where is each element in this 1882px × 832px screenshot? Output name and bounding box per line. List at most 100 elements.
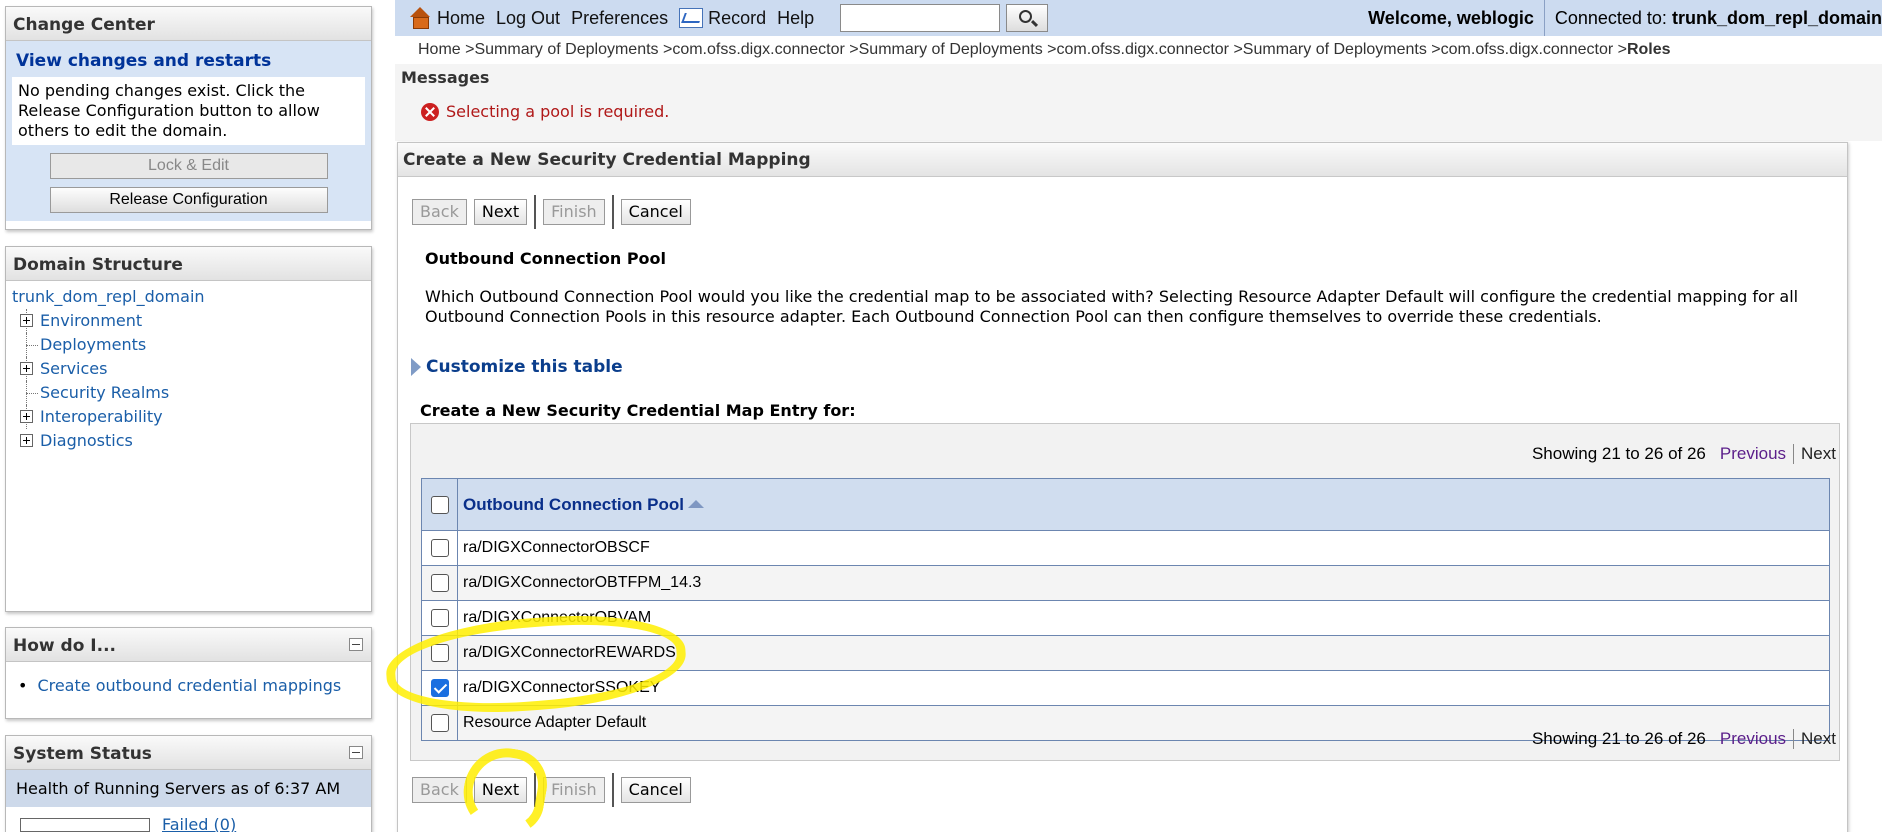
finish-button[interactable]: Finish — [543, 777, 605, 803]
expand-icon[interactable] — [20, 410, 33, 423]
pager-top: Showing 21 to 26 of 26 Previous Next — [1532, 444, 1836, 464]
column-header-label: Outbound Connection Pool — [463, 494, 684, 514]
system-status-title: System Status — [6, 736, 371, 770]
error-icon — [421, 102, 439, 121]
select-all-checkbox[interactable] — [430, 496, 449, 515]
row-checkbox[interactable] — [430, 608, 449, 627]
back-button[interactable]: Back — [412, 777, 467, 803]
connected-to: Connected to: trunk_dom_repl_domain — [1543, 0, 1882, 36]
row-checkbox[interactable] — [430, 573, 449, 592]
cancel-button[interactable]: Cancel — [620, 777, 691, 803]
column-header-pool[interactable]: Outbound Connection Pool — [457, 478, 1830, 531]
breadcrumb-current: Roles — [1626, 41, 1671, 58]
row-checkbox[interactable] — [430, 713, 449, 732]
release-configuration-button[interactable]: Release Configuration — [49, 187, 328, 213]
how-do-i-list: Create outbound credential mappings — [6, 662, 371, 709]
tree-item-label: Deployments — [40, 335, 147, 354]
tree-item-label: Diagnostics — [40, 431, 133, 450]
help-link[interactable]: Help — [777, 8, 814, 29]
customize-label: Customize this table — [426, 357, 623, 377]
row-checkbox[interactable] — [430, 538, 449, 557]
collapse-icon[interactable] — [349, 746, 363, 759]
change-center-title: Change Center — [6, 7, 371, 41]
preferences-link[interactable]: Preferences — [571, 8, 668, 29]
tree-item-security-realms[interactable]: Security Realms — [12, 381, 371, 405]
pool-name: ra/DIGXConnectorREWARDS — [457, 635, 1830, 671]
top-button-row: Back Next Finish Cancel — [412, 195, 698, 229]
connected-domain: trunk_dom_repl_domain — [1671, 8, 1882, 28]
failed-servers-link[interactable]: Failed (0) — [162, 815, 236, 832]
view-changes-link[interactable]: View changes and restarts — [6, 41, 371, 77]
system-status-title-text: System Status — [13, 744, 152, 764]
table-row: ra/DIGXConnectorOBSCF — [421, 530, 1830, 566]
pager-bottom: Showing 21 to 26 of 26 Previous Next — [1532, 729, 1836, 749]
pool-table-container: Showing 21 to 26 of 26 Previous Next Out… — [410, 423, 1840, 761]
error-text: Selecting a pool is required. — [446, 102, 670, 121]
table-row: ra/DIGXConnectorREWARDS — [421, 635, 1830, 671]
collapse-icon[interactable] — [349, 638, 363, 651]
lock-edit-button[interactable]: Lock & Edit — [49, 153, 328, 179]
pager-previous[interactable]: Previous — [1720, 729, 1795, 749]
expand-icon[interactable] — [20, 362, 33, 375]
top-nav: Home Log Out Preferences Record Help — [395, 7, 825, 29]
finish-button[interactable]: Finish — [543, 199, 605, 225]
pool-table: Outbound Connection Pool ra/DIGXConnecto… — [421, 478, 1830, 741]
error-message: Selecting a pool is required. — [421, 102, 669, 121]
pool-name: ra/DIGXConnectorOBSCF — [457, 530, 1830, 566]
domain-structure-panel: Domain Structure trunk_dom_repl_domain E… — [5, 246, 372, 612]
breadcrumb-path[interactable]: Home >Summary of Deployments >com.ofss.d… — [418, 41, 1627, 58]
pool-name: ra/DIGXConnectorOBVAM — [457, 600, 1830, 636]
change-center-panel: Change Center View changes and restarts … — [5, 6, 372, 230]
table-row: ra/DIGXConnectorSSOKEY — [421, 670, 1830, 706]
pager-next[interactable]: Next — [1801, 729, 1836, 749]
tree-item-services[interactable]: Services — [12, 357, 371, 381]
credential-mapping-form: Create a New Security Credential Mapping… — [397, 142, 1848, 832]
expand-icon[interactable] — [20, 434, 33, 447]
pool-name: ra/DIGXConnectorSSOKEY — [457, 670, 1830, 706]
tree-item-deployments[interactable]: Deployments — [12, 333, 371, 357]
bottom-button-row: Back Next Finish Cancel — [412, 773, 698, 807]
tree-item-label: Security Realms — [40, 383, 170, 402]
health-row: Failed (0) — [20, 815, 371, 832]
record-icon[interactable] — [679, 8, 704, 28]
row-checkbox[interactable] — [430, 643, 449, 662]
search-input[interactable] — [840, 4, 1001, 32]
breadcrumb[interactable]: Home >Summary of Deployments >com.ofss.d… — [418, 41, 1671, 59]
expand-icon[interactable] — [20, 314, 33, 327]
how-do-i-title: How do I... — [6, 628, 371, 662]
connected-prefix: Connected to: — [1554, 8, 1667, 28]
record-link[interactable]: Record — [708, 8, 766, 29]
pending-changes-message: No pending changes exist. Click the Rele… — [12, 77, 365, 145]
tree-item-environment[interactable]: Environment — [12, 309, 371, 333]
next-button[interactable]: Next — [473, 777, 528, 803]
expand-triangle-icon — [411, 358, 421, 376]
tree-item-interoperability[interactable]: Interoperability — [12, 405, 371, 429]
customize-table-link[interactable]: Customize this table — [411, 357, 623, 377]
home-link[interactable]: Home — [437, 8, 485, 29]
domain-tree: trunk_dom_repl_domain Environment Deploy… — [6, 281, 371, 453]
health-label: Health of Running Servers as of 6:37 AM — [6, 770, 371, 807]
table-row: ra/DIGXConnectorOBVAM — [421, 600, 1830, 636]
create-outbound-credential-link[interactable]: Create outbound credential mappings — [18, 676, 359, 695]
next-button[interactable]: Next — [473, 199, 528, 225]
cancel-button[interactable]: Cancel — [620, 199, 691, 225]
back-button[interactable]: Back — [412, 199, 467, 225]
messages-area: Messages Selecting a pool is required. — [395, 64, 1882, 141]
domain-structure-title: Domain Structure — [6, 247, 371, 281]
section-title: Outbound Connection Pool — [425, 249, 667, 268]
pager-showing: Showing 21 to 26 of 26 — [1531, 729, 1706, 748]
change-center-body: No pending changes exist. Click the Rele… — [6, 77, 371, 221]
top-toolbar: Home Log Out Preferences Record Help Wel… — [395, 0, 1882, 36]
logout-link[interactable]: Log Out — [496, 8, 560, 29]
pager-next[interactable]: Next — [1801, 444, 1836, 464]
search-button[interactable] — [1006, 4, 1049, 32]
sort-ascending-icon[interactable] — [687, 500, 704, 510]
system-status-panel: System Status Health of Running Servers … — [5, 735, 372, 832]
row-checkbox-checked[interactable] — [430, 678, 449, 697]
tree-item-diagnostics[interactable]: Diagnostics — [12, 429, 371, 453]
pager-previous[interactable]: Previous — [1720, 444, 1795, 464]
home-icon[interactable] — [409, 7, 431, 29]
how-do-i-panel: How do I... Create outbound credential m… — [5, 627, 372, 719]
tree-root-domain[interactable]: trunk_dom_repl_domain — [12, 287, 371, 306]
section-description: Which Outbound Connection Pool would you… — [425, 287, 1799, 326]
